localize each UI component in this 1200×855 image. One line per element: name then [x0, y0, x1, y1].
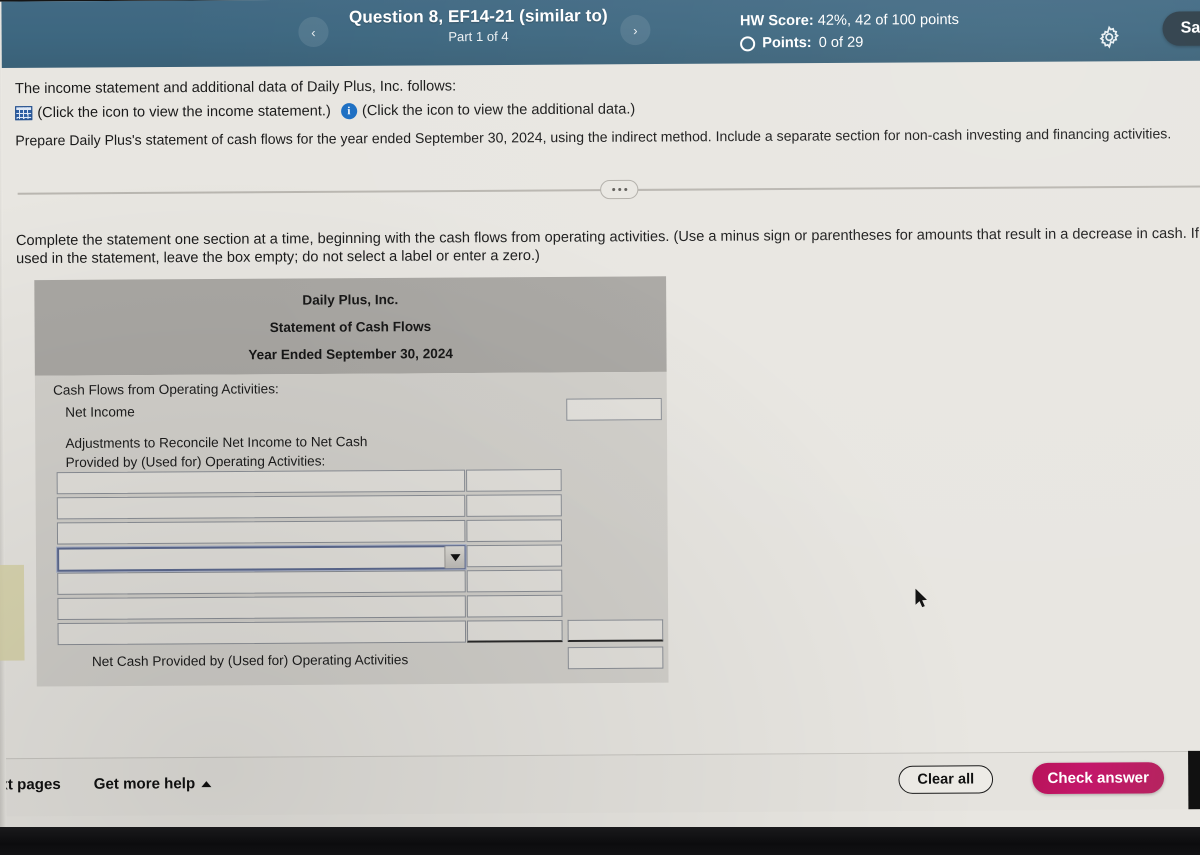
- expand-section-button[interactable]: [600, 179, 639, 200]
- save-button[interactable]: Sa: [1162, 11, 1200, 46]
- net-cash-label: Net Cash Provided by (Used for) Operatin…: [91, 652, 409, 670]
- homework-score: HW Score: 42%, 42 of 100 points: [740, 11, 959, 31]
- ellipsis-dot-icon: [611, 188, 615, 192]
- next-pages-link[interactable]: ext pages: [0, 776, 61, 794]
- adjustment-label-select[interactable]: [57, 545, 466, 572]
- chevron-down-icon[interactable]: [444, 546, 465, 569]
- adjustment-row: [36, 594, 668, 623]
- screen-left-artifact: [0, 564, 25, 661]
- chevron-left-icon: ‹: [311, 24, 316, 40]
- ellipsis-dot-icon: [623, 187, 627, 192]
- adjustment-amount-input[interactable]: [466, 619, 563, 643]
- tablet-screen: ‹ › Question 8, EF14-21 (similar to) Par…: [0, 0, 1200, 839]
- attachment-links-row: (Click the icon to view the income state…: [15, 101, 635, 121]
- save-button-label: Sa: [1180, 19, 1200, 37]
- adjustment-label-input[interactable]: [56, 494, 466, 520]
- instruction-text: Prepare Daily Plus's statement of cash f…: [15, 125, 1172, 149]
- check-answer-label: Check answer: [1047, 769, 1149, 788]
- points-value: 0 of 29: [818, 34, 864, 51]
- statement-of-cash-flows-table: Daily Plus, Inc. Statement of Cash Flows…: [34, 276, 669, 687]
- screen-left-edge: [0, 1, 7, 839]
- adjustment-label-input[interactable]: [57, 595, 466, 621]
- company-name: Daily Plus, Inc.: [302, 291, 399, 308]
- chevron-up-icon: [201, 780, 212, 787]
- adjustment-row: [36, 519, 668, 548]
- net-cash-row: Net Cash Provided by (Used for) Operatin…: [37, 644, 669, 678]
- adjustment-amount-input[interactable]: [466, 544, 563, 568]
- income-statement-link[interactable]: (Click the icon to view the income state…: [37, 103, 331, 121]
- hw-score-label: HW Score:: [739, 12, 814, 30]
- device-bezel: [0, 827, 1200, 855]
- score-summary: HW Score: 42%, 42 of 100 points Points: …: [740, 11, 959, 54]
- adjustment-amount-input[interactable]: [466, 594, 563, 618]
- info-icon[interactable]: i: [340, 103, 357, 120]
- net-income-input[interactable]: [566, 398, 662, 421]
- ellipsis-dot-icon: [617, 188, 621, 192]
- adjustment-label-input[interactable]: [56, 519, 466, 545]
- footer-toolbar: ext pages Get more help Clear all Check …: [0, 750, 1200, 817]
- statement-period: Year Ended September 30, 2024: [248, 345, 453, 363]
- question-header-bar: ‹ › Question 8, EF14-21 (similar to) Par…: [0, 0, 1200, 69]
- hw-score-value: 42%, 42 of 100 points: [813, 11, 959, 29]
- clear-all-label: Clear all: [917, 771, 975, 788]
- net-income-label: Net Income: [65, 404, 135, 420]
- adjustment-amount-input[interactable]: [466, 569, 563, 593]
- additional-data-link[interactable]: (Click the icon to view the additional d…: [362, 101, 635, 119]
- gear-icon[interactable]: [1097, 25, 1121, 54]
- adjustment-row: [36, 619, 668, 648]
- adjustment-row: [36, 494, 668, 523]
- adjustment-amount-input[interactable]: [466, 469, 562, 492]
- progress-ring-icon: [740, 35, 756, 51]
- get-more-help-button[interactable]: Get more help: [94, 775, 212, 793]
- net-income-row: Net Income: [35, 396, 667, 431]
- question-title: Question 8, EF14-21 (similar to): [348, 5, 608, 27]
- next-question-button[interactable]: ›: [620, 14, 651, 46]
- adjustment-row: [36, 544, 668, 573]
- adjustment-subtotal-input[interactable]: [567, 619, 664, 643]
- adjustment-label-input[interactable]: [56, 469, 466, 495]
- get-more-help-label: Get more help: [93, 775, 196, 793]
- clear-all-button[interactable]: Clear all: [898, 765, 994, 794]
- points-label: Points:: [762, 34, 812, 52]
- adjustment-label-input[interactable]: [57, 570, 466, 595]
- intro-text: The income statement and additional data…: [14, 78, 457, 98]
- chevron-right-icon: ›: [633, 22, 638, 38]
- points-row: Points: 0 of 29: [740, 32, 959, 53]
- adjustment-row: [35, 468, 667, 497]
- table-icon[interactable]: [15, 106, 33, 121]
- complete-instruction-line-1: Complete the statement one section at a …: [15, 225, 1200, 250]
- check-answer-button[interactable]: Check answer: [1032, 762, 1165, 795]
- complete-instruction-line-2: used in the statement, leave the box emp…: [16, 247, 540, 268]
- adjustment-row: [36, 569, 668, 598]
- adjustment-label-input[interactable]: [57, 620, 467, 646]
- net-cash-input[interactable]: [567, 646, 664, 670]
- adjustment-amount-input[interactable]: [466, 494, 562, 517]
- question-part-label: Part 1 of 4: [448, 28, 509, 45]
- screen-right-edge: [1188, 750, 1200, 810]
- adjustment-entry-rows: [35, 468, 668, 648]
- previous-question-button[interactable]: ‹: [298, 16, 329, 48]
- statement-header: Daily Plus, Inc. Statement of Cash Flows…: [34, 276, 667, 376]
- adjustment-amount-input[interactable]: [466, 519, 563, 543]
- statement-body: Cash Flows from Operating Activities: Ne…: [34, 371, 669, 687]
- statement-title: Statement of Cash Flows: [269, 318, 432, 336]
